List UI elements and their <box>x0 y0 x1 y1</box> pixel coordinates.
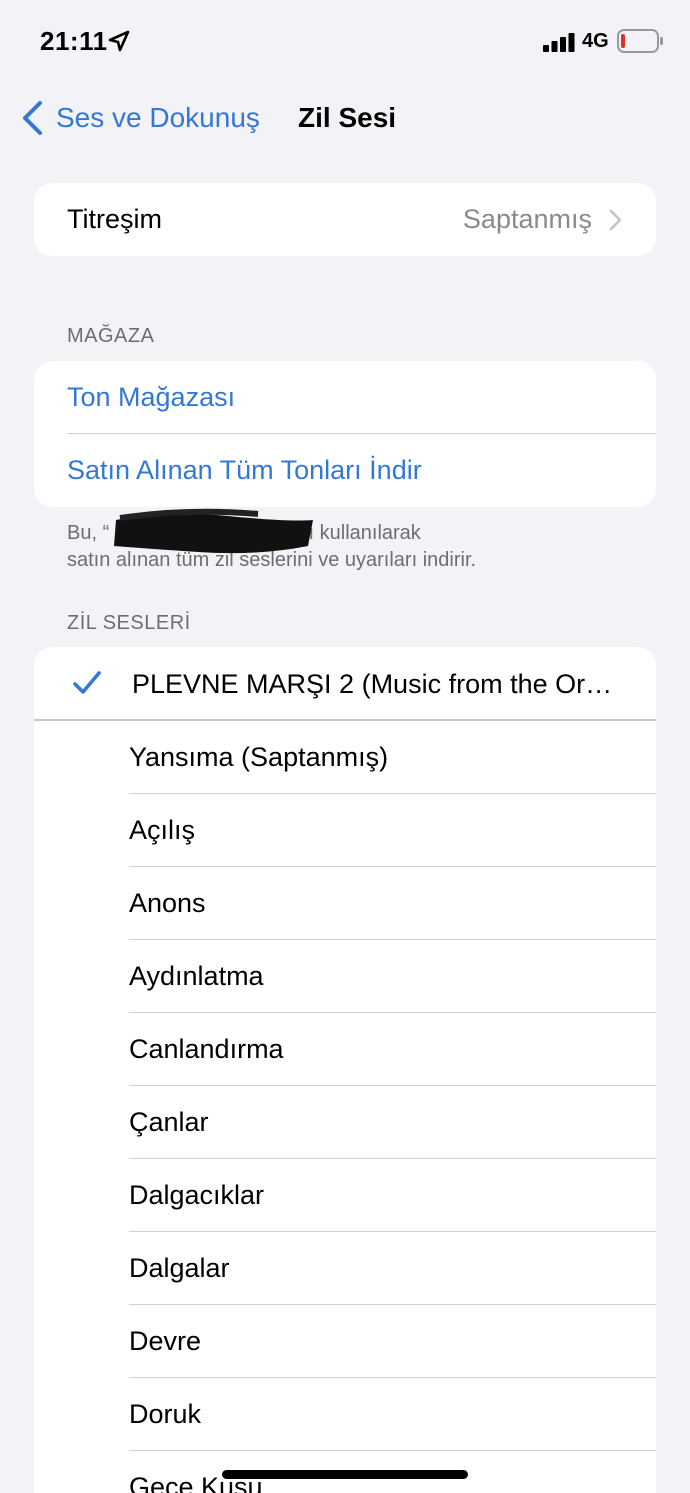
selected-ringtone-row[interactable]: PLEVNE MARŞI 2 (Music from the Or… <box>34 647 656 721</box>
ringtone-row[interactable]: Aydınlatma <box>34 940 656 1013</box>
ringtone-label: Dalgacıklar <box>129 1180 265 1210</box>
ringtone-label: Açılış <box>129 815 196 845</box>
status-bar: 21:11 4G <box>0 0 690 84</box>
ringtones-section-header: ZİL SESLERİ <box>67 612 191 634</box>
ringtone-row[interactable]: Canlandırma <box>34 1013 656 1086</box>
vibration-value: Saptanmış <box>462 204 592 234</box>
status-time: 21:11 <box>40 26 108 56</box>
ringtone-label: Devre <box>129 1326 202 1356</box>
navigation-bar: Ses ve Dokunuş Zil Sesi <box>0 84 690 154</box>
ringtone-label: Doruk <box>129 1399 202 1429</box>
ringtone-row[interactable]: Devre <box>34 1305 656 1378</box>
cellular-signal-icon <box>543 33 575 52</box>
ringtone-row[interactable]: Dalgacıklar <box>34 1159 656 1232</box>
checkmark-icon <box>73 671 101 694</box>
ringtone-label: Dalgalar <box>129 1253 230 1283</box>
ringtone-row[interactable]: Anons <box>34 867 656 940</box>
store-card: Ton Mağazası Satın Alınan Tüm Tonları İn… <box>34 361 656 507</box>
vibration-row[interactable]: Titreşim Saptanmış <box>34 183 656 256</box>
ringtone-label: Anons <box>129 888 206 918</box>
ringtone-row[interactable]: Çanlar <box>34 1086 656 1159</box>
ringtone-label: Canlandırma <box>129 1034 284 1064</box>
back-button[interactable]: Ses ve Dokunuş <box>20 96 260 140</box>
tone-store-link[interactable]: Ton Mağazası <box>34 361 656 434</box>
battery-low-icon <box>617 29 663 53</box>
tone-store-label: Ton Mağazası <box>67 382 236 412</box>
download-all-tones-label: Satın Alınan Tüm Tonları İndir <box>67 455 422 485</box>
ringtone-row[interactable]: Açılış <box>34 794 656 867</box>
ringtone-row[interactable]: Doruk <box>34 1378 656 1451</box>
ringtone-row[interactable]: Dalgalar <box>34 1232 656 1305</box>
home-indicator[interactable] <box>222 1470 468 1479</box>
chevron-left-icon <box>23 101 42 135</box>
download-all-tones-link[interactable]: Satın Alınan Tüm Tonları İndir <box>34 434 656 507</box>
location-arrow-icon <box>108 30 130 52</box>
ringtones-list: PLEVNE MARŞI 2 (Music from the Or… Yansı… <box>34 647 656 1493</box>
selected-ringtone-label: PLEVNE MARŞI 2 (Music from the Or… <box>132 668 613 699</box>
page-title: Zil Sesi <box>298 102 397 133</box>
ringtone-settings-screen: 21:11 4G Ses ve Dokunuş Zil Sesi Titreşi… <box>0 0 690 1493</box>
chevron-right-icon <box>609 209 622 231</box>
vibration-label: Titreşim <box>67 204 162 234</box>
redaction-scribble <box>114 508 313 554</box>
ringtone-label: Çanlar <box>129 1107 209 1137</box>
network-type: 4G <box>582 30 609 52</box>
ringtone-row[interactable]: Yansıma (Saptanmış) <box>34 721 656 794</box>
vibration-card: Titreşim Saptanmış <box>34 183 656 256</box>
back-button-label: Ses ve Dokunuş <box>56 102 260 133</box>
ringtone-label: Aydınlatma <box>129 961 264 991</box>
store-section-header: MAĞAZA <box>67 325 155 347</box>
ringtone-label: Yansıma (Saptanmış) <box>129 742 389 772</box>
